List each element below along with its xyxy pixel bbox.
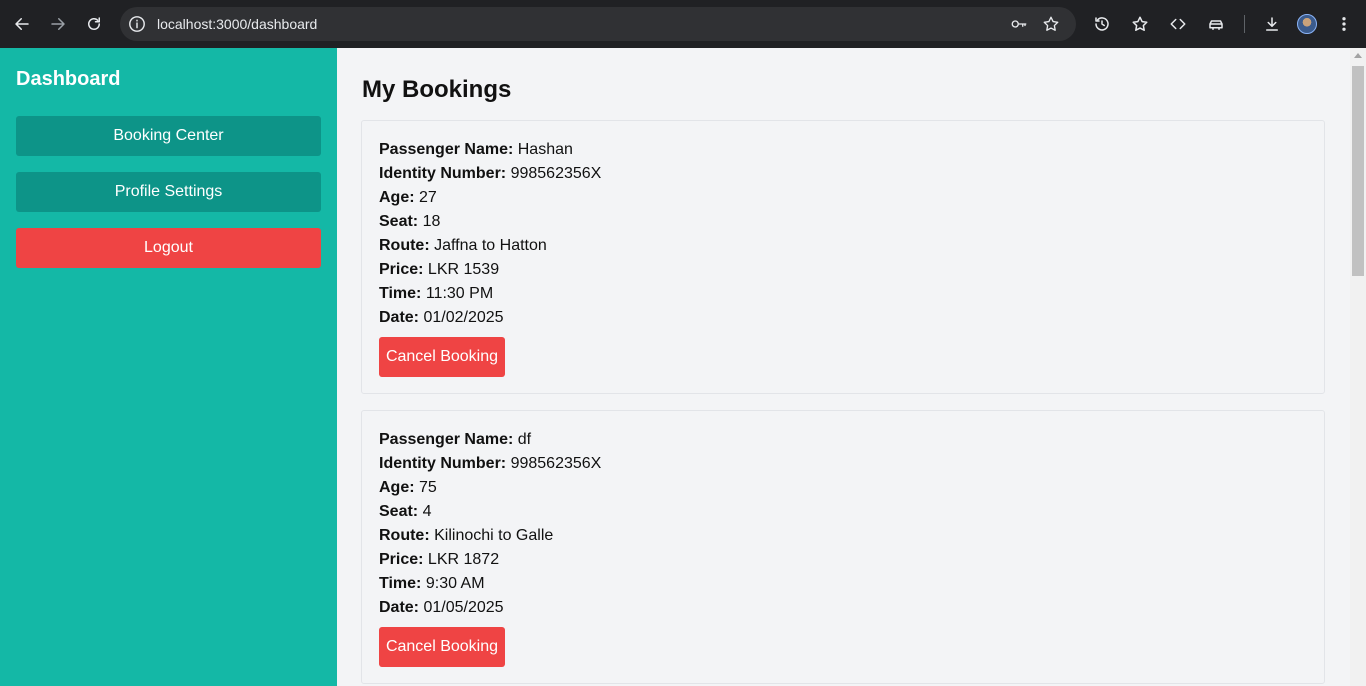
date-value: 01/02/2025 (423, 309, 504, 326)
passenger-name-row: Passenger Name: df (379, 431, 531, 449)
time-row: Time: 11:30 PM (379, 285, 493, 303)
cancel-booking-button[interactable]: Cancel Booking (379, 627, 505, 667)
main-content: My Bookings Passenger Name: Hashan Ident… (337, 48, 1350, 686)
date-row: Date: 01/02/2025 (379, 309, 504, 327)
age-row: Age: 75 (379, 479, 437, 497)
toolbar-divider (1244, 15, 1245, 33)
sidebar-title: Dashboard (16, 68, 121, 90)
field-label: Identity Number: (379, 455, 507, 472)
identity-number-value: 998562356X (510, 455, 602, 472)
time-row: Time: 9:30 AM (379, 575, 485, 593)
field-label: Age: (379, 479, 415, 496)
menu-dots-icon[interactable] (1332, 12, 1356, 36)
field-label: Price: (379, 261, 424, 278)
address-bar[interactable]: localhost:3000/dashboard (120, 7, 1076, 41)
field-label: Date: (379, 309, 420, 326)
seat-row: Seat: 4 (379, 503, 431, 521)
browser-toolbar: localhost:3000/dashboard (0, 0, 1366, 48)
date-row: Date: 01/05/2025 (379, 599, 504, 617)
password-key-icon[interactable] (1010, 15, 1028, 33)
forward-icon[interactable] (46, 12, 70, 36)
history-icon[interactable] (1090, 12, 1114, 36)
route-row: Route: Jaffna to Hatton (379, 237, 547, 255)
booking-card: Passenger Name: Hashan Identity Number: … (361, 120, 1325, 394)
field-label: Passenger Name: (379, 431, 514, 448)
time-value: 11:30 PM (425, 285, 494, 302)
field-label: Seat: (379, 503, 419, 520)
page-title: My Bookings (362, 76, 512, 103)
booking-card: Passenger Name: df Identity Number: 9985… (361, 410, 1325, 684)
age-value: 27 (419, 189, 437, 206)
route-row: Route: Kilinochi to Galle (379, 527, 553, 545)
field-label: Passenger Name: (379, 141, 514, 158)
passenger-name-value: Hashan (517, 141, 573, 158)
passenger-name-row: Passenger Name: Hashan (379, 141, 573, 159)
field-label: Identity Number: (379, 165, 507, 182)
route-value: Jaffna to Hatton (434, 237, 547, 254)
cancel-booking-button[interactable]: Cancel Booking (379, 337, 505, 377)
identity-number-row: Identity Number: 998562356X (379, 455, 601, 473)
back-icon[interactable] (10, 12, 34, 36)
passenger-name-value: df (517, 431, 532, 448)
age-row: Age: 27 (379, 189, 437, 207)
time-value: 9:30 AM (425, 575, 485, 592)
extensions-icon[interactable] (1204, 12, 1228, 36)
field-label: Route: (379, 527, 430, 544)
scrollbar-thumb[interactable] (1352, 66, 1364, 276)
field-label: Time: (379, 285, 422, 302)
field-label: Time: (379, 575, 422, 592)
field-label: Seat: (379, 213, 419, 230)
identity-number-row: Identity Number: 998562356X (379, 165, 601, 183)
seat-value: 4 (422, 503, 432, 520)
bookmarks-icon[interactable] (1128, 12, 1152, 36)
field-label: Date: (379, 599, 420, 616)
site-info-icon[interactable] (128, 15, 146, 33)
price-value: LKR 1539 (427, 261, 500, 278)
profile-avatar[interactable] (1297, 14, 1317, 34)
profile-settings-button[interactable]: Profile Settings (16, 172, 321, 212)
booking-center-button[interactable]: Booking Center (16, 116, 321, 156)
logout-button[interactable]: Logout (16, 228, 321, 268)
field-label: Price: (379, 551, 424, 568)
scroll-up-arrow-icon[interactable] (1354, 53, 1362, 58)
seat-row: Seat: 18 (379, 213, 440, 231)
bookmark-star-icon[interactable] (1042, 15, 1060, 33)
seat-value: 18 (422, 213, 441, 230)
vertical-scrollbar[interactable] (1350, 48, 1366, 686)
price-value: LKR 1872 (427, 551, 500, 568)
age-value: 75 (419, 479, 437, 496)
field-label: Age: (379, 189, 415, 206)
field-label: Route: (379, 237, 430, 254)
route-value: Kilinochi to Galle (434, 527, 554, 544)
code-icon[interactable] (1166, 12, 1190, 36)
reload-icon[interactable] (82, 12, 106, 36)
date-value: 01/05/2025 (423, 599, 504, 616)
download-icon[interactable] (1260, 12, 1284, 36)
url-text[interactable]: localhost:3000/dashboard (157, 16, 317, 32)
identity-number-value: 998562356X (510, 165, 602, 182)
sidebar: Dashboard Booking Center Profile Setting… (0, 48, 337, 686)
price-row: Price: LKR 1872 (379, 551, 499, 569)
price-row: Price: LKR 1539 (379, 261, 499, 279)
